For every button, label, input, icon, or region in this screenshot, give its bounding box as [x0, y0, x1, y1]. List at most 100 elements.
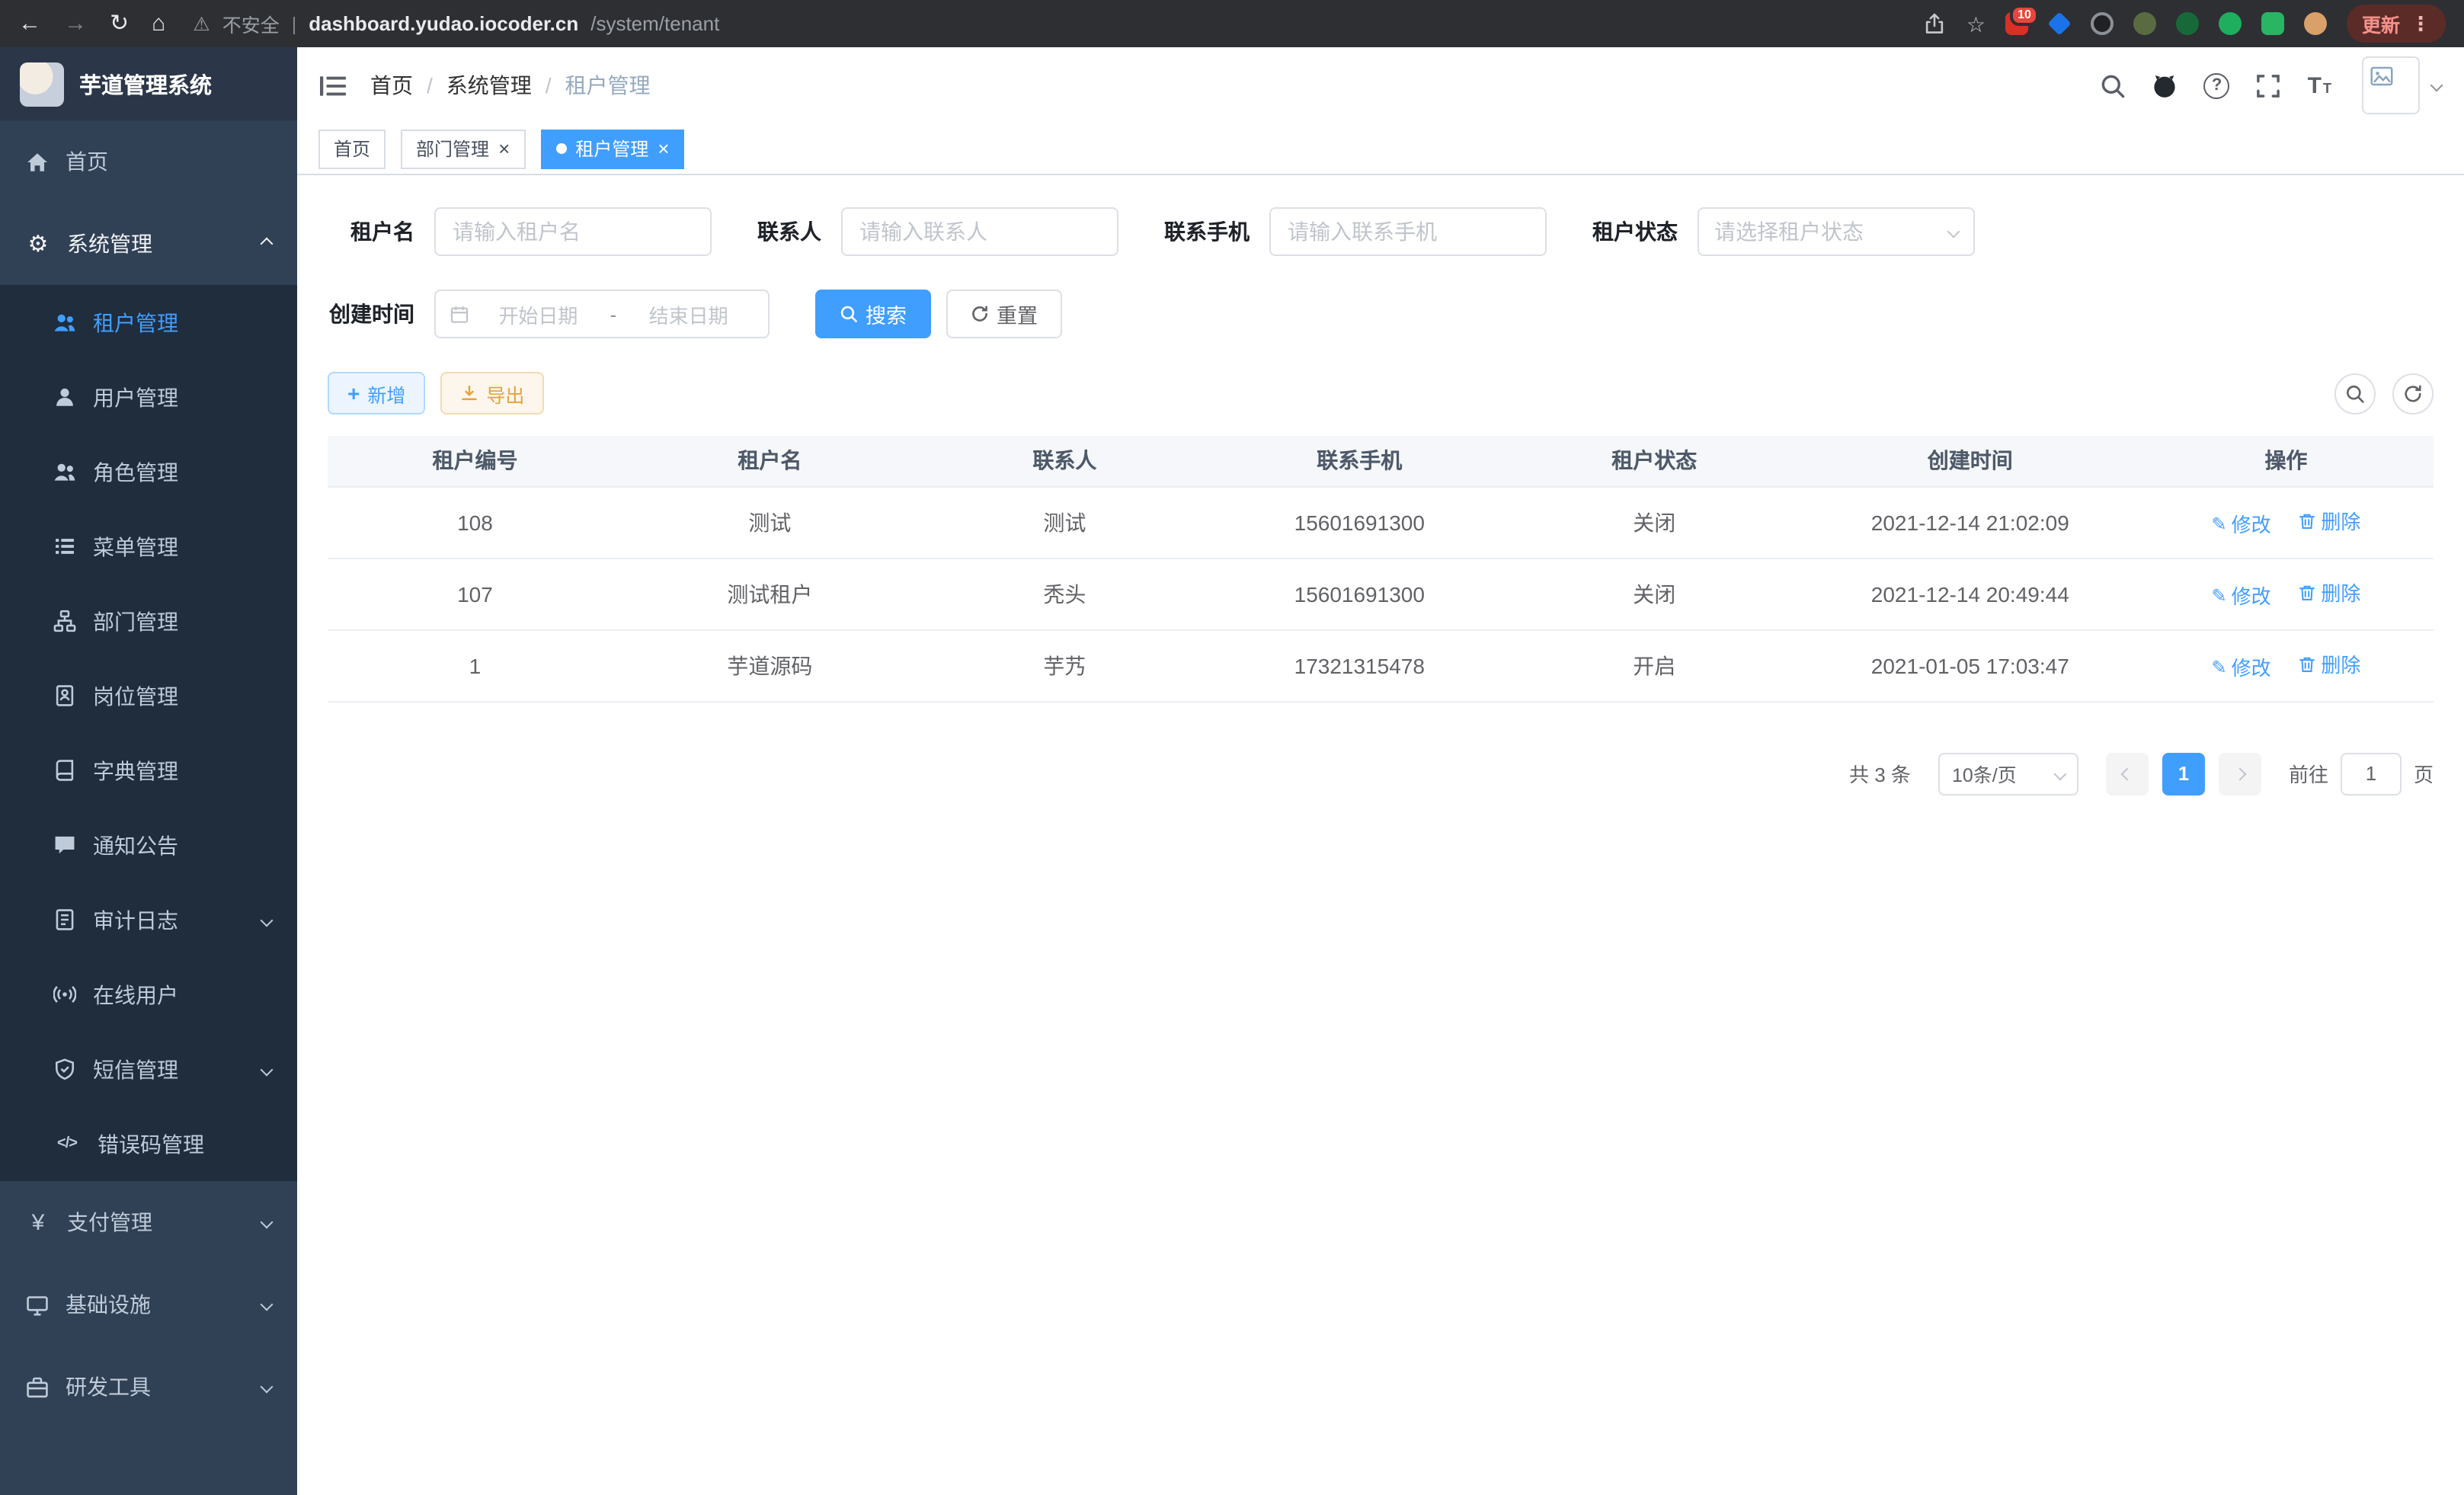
extension-icon-1[interactable]: 10 [2005, 12, 2028, 35]
col-phone: 联系手机 [1212, 436, 1507, 486]
avatar[interactable] [2362, 56, 2420, 114]
back-icon[interactable]: ← [18, 12, 41, 35]
roles-icon [53, 460, 76, 483]
export-button-label: 导出 [486, 379, 524, 408]
tenant-name-label: 租户名 [328, 216, 414, 247]
page-number-1[interactable]: 1 [2162, 752, 2205, 795]
sidebar-item-audit-log[interactable]: 审计日志 [0, 882, 297, 957]
extension-icon-2[interactable] [2047, 11, 2071, 35]
contact-label: 联系人 [757, 216, 821, 247]
sidebar-item-tenant[interactable]: 租户管理 [0, 285, 297, 360]
page-size-select[interactable]: 10条/页 [1938, 752, 2078, 795]
table-row: 107 测试租户 秃头 15601691300 关闭 2021-12-14 20… [328, 558, 2434, 629]
create-time-label: 创建时间 [328, 299, 414, 329]
delete-link[interactable]: 删除 [2298, 649, 2360, 678]
sidebar-toggle[interactable] [320, 74, 346, 97]
show-search-button[interactable] [2334, 373, 2376, 414]
briefcase-icon [26, 1375, 49, 1398]
sidebar-item-home[interactable]: 首页 [0, 120, 297, 203]
extension-icon-6[interactable] [2219, 12, 2242, 35]
help-icon[interactable]: ? [2204, 72, 2230, 98]
cell-phone: 15601691300 [1212, 486, 1507, 558]
sidebar-item-notice[interactable]: 通知公告 [0, 808, 297, 882]
sidebar-item-menu[interactable]: 菜单管理 [0, 509, 297, 584]
extension-icon-5[interactable] [2176, 12, 2199, 35]
prev-page-button[interactable] [2106, 752, 2149, 795]
tab-home[interactable]: 首页 [318, 129, 386, 168]
profile-avatar-icon[interactable] [2304, 12, 2327, 35]
reset-button[interactable]: 重置 [946, 290, 1062, 338]
extension-icon-3[interactable] [2091, 12, 2114, 35]
delete-link[interactable]: 删除 [2298, 506, 2360, 535]
refresh-table-button[interactable] [2392, 373, 2434, 414]
sidebar-item-user[interactable]: 用户管理 [0, 360, 297, 434]
start-date-placeholder: 开始日期 [472, 299, 604, 328]
cell-tenant-id: 107 [328, 558, 622, 629]
sidebar-item-label: 审计日志 [93, 904, 178, 935]
phone-input[interactable] [1269, 207, 1547, 256]
fullscreen-icon[interactable] [2256, 72, 2282, 98]
tenant-name-input[interactable] [434, 207, 712, 256]
sidebar-item-payment[interactable]: ¥ 支付管理 [0, 1181, 297, 1263]
sidebar-item-sms[interactable]: 短信管理 [0, 1032, 297, 1106]
filter-row-1: 租户名 联系人 联系手机 租户状态 请选择租户状态 [328, 207, 2434, 256]
cell-actions: ✎修改 删除 [2139, 486, 2434, 558]
cell-created: 2021-12-14 20:49:44 [1802, 558, 2139, 629]
security-label: 不安全 [222, 9, 280, 38]
edit-link[interactable]: ✎修改 [2211, 509, 2270, 538]
tab-dept[interactable]: 部门管理 × [401, 129, 525, 168]
sidebar-item-infra[interactable]: 基础设施 [0, 1263, 297, 1346]
sidebar-item-online-user[interactable]: 在线用户 [0, 957, 297, 1032]
sidebar-item-system[interactable]: ⚙ 系统管理 [0, 203, 297, 285]
sidebar-item-error-code[interactable]: </> 错误码管理 [0, 1106, 297, 1181]
reset-button-label: 重置 [997, 299, 1038, 329]
font-size-icon[interactable]: TT [2308, 72, 2331, 98]
delete-label: 删除 [2321, 578, 2360, 607]
cell-tenant-id: 108 [328, 486, 622, 558]
sidebar-item-devtools[interactable]: 研发工具 [0, 1346, 297, 1428]
reload-icon[interactable]: ↻ [110, 12, 129, 35]
extension-icon-7[interactable] [2261, 12, 2284, 35]
sidebar-item-label: 基础设施 [66, 1289, 151, 1320]
end-date-placeholder: 结束日期 [622, 299, 754, 328]
close-icon[interactable]: × [498, 139, 510, 158]
tab-tenant[interactable]: 租户管理 × [540, 129, 684, 168]
browser-home-icon[interactable]: ⌂ [152, 12, 165, 35]
app: 芋道管理系统 首页 ⚙ 系统管理 租户管理 用户管理 [0, 47, 2464, 1495]
sidebar-item-label: 在线用户 [93, 979, 178, 1010]
extension-icon-4[interactable] [2133, 12, 2156, 35]
next-page-button[interactable] [2219, 752, 2261, 795]
url-domain: dashboard.yudao.iocoder.cn [309, 12, 578, 35]
address-bar[interactable]: ⚠ 不安全 | dashboard.yudao.iocoder.cn/syste… [193, 9, 719, 38]
date-range-picker[interactable]: 开始日期 - 结束日期 [434, 290, 770, 338]
add-button[interactable]: + 新增 [328, 372, 425, 415]
cell-status: 关闭 [1507, 486, 1802, 558]
breadcrumb-system[interactable]: 系统管理 [446, 70, 532, 101]
forward-icon[interactable]: → [64, 12, 87, 35]
share-icon[interactable] [1924, 12, 1947, 35]
sidebar-item-dept[interactable]: 部门管理 [0, 584, 297, 658]
bookmark-star-icon[interactable]: ☆ [1966, 13, 1986, 34]
github-icon[interactable] [2152, 72, 2178, 98]
monitor-icon [26, 1293, 49, 1316]
delete-link[interactable]: 删除 [2298, 578, 2360, 607]
status-select[interactable]: 请选择租户状态 [1698, 207, 1975, 256]
sidebar-item-label: 短信管理 [93, 1054, 178, 1084]
edit-link[interactable]: ✎修改 [2211, 652, 2270, 681]
cell-status: 关闭 [1507, 558, 1802, 629]
export-button[interactable]: 导出 [440, 372, 544, 415]
sidebar-item-role[interactable]: 角色管理 [0, 434, 297, 509]
browser-menu-icon[interactable]: ⋮ [2411, 11, 2430, 36]
sidebar-item-dict[interactable]: 字典管理 [0, 733, 297, 808]
breadcrumb-home[interactable]: 首页 [370, 70, 413, 101]
sidebar-item-post[interactable]: 岗位管理 [0, 658, 297, 733]
close-icon[interactable]: × [658, 139, 669, 158]
browser-update-button[interactable]: 更新 ⋮ [2347, 5, 2446, 43]
contact-input[interactable] [841, 207, 1118, 256]
edit-label: 修改 [2232, 509, 2271, 538]
search-button[interactable]: 搜索 [815, 290, 931, 338]
search-icon[interactable] [2101, 72, 2126, 98]
goto-page-input[interactable] [2341, 752, 2402, 795]
edit-link[interactable]: ✎修改 [2211, 581, 2270, 610]
user-menu[interactable] [2362, 56, 2441, 114]
